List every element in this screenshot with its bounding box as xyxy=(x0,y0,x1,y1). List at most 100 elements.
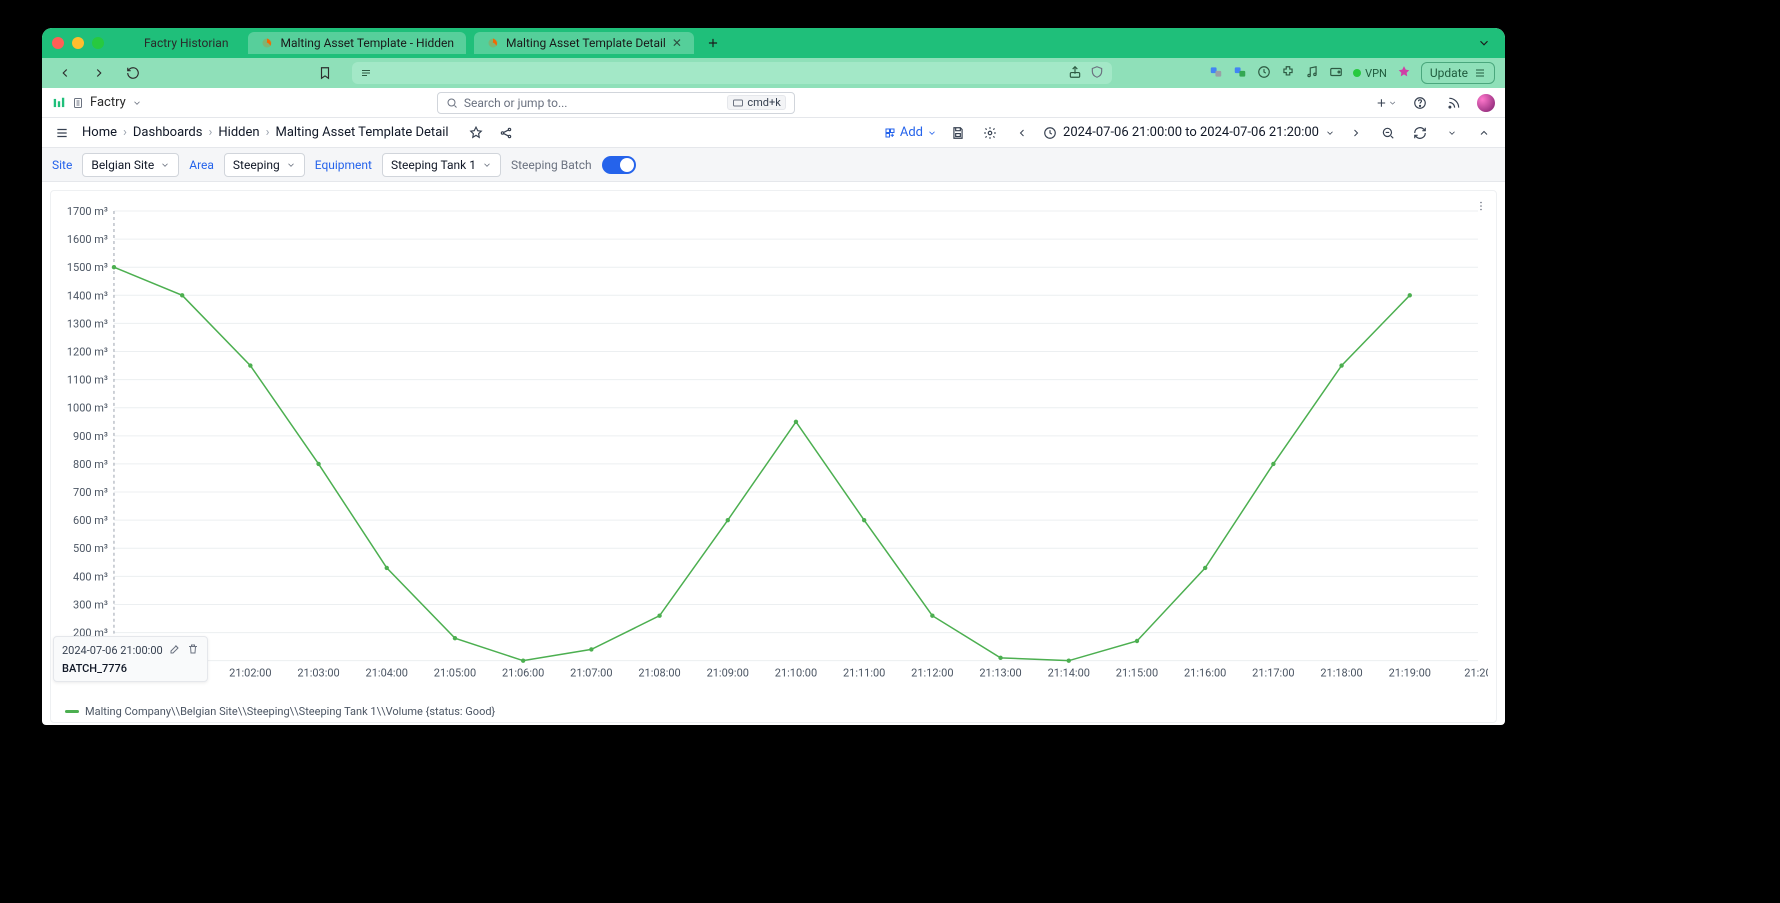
dashboard-settings-button[interactable] xyxy=(979,122,1001,144)
chart-legend[interactable]: Malting Company\\Belgian Site\\Steeping\… xyxy=(65,705,495,718)
var-area-select[interactable]: Steeping xyxy=(224,153,305,177)
user-avatar[interactable] xyxy=(1477,94,1495,112)
svg-text:700 m³: 700 m³ xyxy=(73,486,108,499)
app-header: Factry Search or jump to... cmd+k xyxy=(42,88,1505,118)
chevron-down-icon xyxy=(132,98,142,108)
brand[interactable]: Factry xyxy=(52,95,142,110)
crumb-hidden[interactable]: Hidden xyxy=(218,125,259,140)
time-range[interactable]: 2024-07-06 21:00:00 to 2024-07-06 21:20:… xyxy=(1043,125,1335,140)
chevron-down-icon xyxy=(1325,128,1335,138)
create-button[interactable] xyxy=(1375,92,1397,114)
annotation-tooltip: 2024-07-06 21:00:00 BATCH_7776 xyxy=(53,636,208,682)
brand-label: Factry xyxy=(90,95,126,110)
shields-icon[interactable] xyxy=(1090,64,1104,83)
window-minimize-button[interactable] xyxy=(72,37,84,49)
add-panel-icon xyxy=(884,127,896,139)
news-button[interactable] xyxy=(1443,92,1465,114)
share-icon[interactable] xyxy=(1068,64,1082,83)
var-batch-toggle[interactable] xyxy=(602,156,636,174)
grafana-icon xyxy=(260,36,274,50)
tab-label: Malting Asset Template Detail xyxy=(506,36,666,50)
tab-overflow-button[interactable] xyxy=(1473,32,1495,54)
extension-translate2-icon[interactable] xyxy=(1233,64,1247,83)
svg-text:21:02:00: 21:02:00 xyxy=(229,667,271,680)
rewards-icon[interactable] xyxy=(1397,64,1411,83)
browser-toolbar: VPN Update xyxy=(42,58,1505,88)
var-area-label[interactable]: Area xyxy=(189,158,214,172)
tooltip-name: BATCH_7776 xyxy=(62,662,199,675)
chevron-down-icon xyxy=(927,128,937,138)
tab-close-icon[interactable]: ✕ xyxy=(672,36,682,50)
add-label: Add xyxy=(900,125,923,140)
music-icon[interactable] xyxy=(1305,64,1319,83)
delete-annotation-icon[interactable] xyxy=(187,643,199,658)
tab-label: Factry Historian xyxy=(144,36,228,50)
extension-translate-icon[interactable] xyxy=(1209,64,1223,83)
edit-annotation-icon[interactable] xyxy=(169,643,181,658)
var-batch-label: Steeping Batch xyxy=(511,158,592,172)
clock-icon xyxy=(1043,126,1057,140)
extensions-icon[interactable] xyxy=(1281,64,1295,83)
bookmark-button[interactable] xyxy=(312,61,338,85)
browser-tabbar: Factry Historian Malting Asset Template … xyxy=(42,28,1505,58)
vpn-indicator[interactable]: VPN xyxy=(1353,67,1387,80)
browser-window: Factry Historian Malting Asset Template … xyxy=(42,28,1505,725)
var-equipment-label[interactable]: Equipment xyxy=(315,158,372,172)
svg-text:1300 m³: 1300 m³ xyxy=(67,317,108,330)
address-bar[interactable] xyxy=(352,62,1112,84)
chevron-down-icon xyxy=(286,160,296,170)
svg-text:21:13:00: 21:13:00 xyxy=(979,667,1021,680)
wallet-icon[interactable] xyxy=(1329,64,1343,83)
share-dashboard-button[interactable] xyxy=(495,122,517,144)
window-maximize-button[interactable] xyxy=(92,37,104,49)
refresh-interval-button[interactable] xyxy=(1441,122,1463,144)
browser-tab-0[interactable]: Factry Historian xyxy=(132,32,240,54)
time-prev-button[interactable] xyxy=(1011,122,1033,144)
help-button[interactable] xyxy=(1409,92,1431,114)
svg-text:21:04:00: 21:04:00 xyxy=(366,667,408,680)
svg-text:21:15:00: 21:15:00 xyxy=(1116,667,1158,680)
browser-tab-2[interactable]: Malting Asset Template Detail ✕ xyxy=(474,32,694,54)
chevron-down-icon xyxy=(160,160,170,170)
svg-text:500 m³: 500 m³ xyxy=(73,542,108,555)
zoom-out-button[interactable] xyxy=(1377,122,1399,144)
var-site-select[interactable]: Belgian Site xyxy=(82,153,179,177)
var-site-label[interactable]: Site xyxy=(52,158,72,172)
search-icon xyxy=(446,97,458,109)
save-dashboard-button[interactable] xyxy=(947,122,969,144)
extension-clock-icon[interactable] xyxy=(1257,64,1271,83)
site-settings-icon[interactable] xyxy=(360,64,372,83)
update-button[interactable]: Update xyxy=(1421,62,1495,84)
global-search[interactable]: Search or jump to... cmd+k xyxy=(437,92,795,114)
svg-text:900 m³: 900 m³ xyxy=(73,430,108,443)
nav-forward-button[interactable] xyxy=(86,61,112,85)
browser-tab-1[interactable]: Malting Asset Template - Hidden xyxy=(248,32,466,54)
svg-text:1000 m³: 1000 m³ xyxy=(67,402,108,415)
chart[interactable]: 200 m³300 m³400 m³500 m³600 m³700 m³800 … xyxy=(59,199,1488,699)
svg-text:21:07:00: 21:07:00 xyxy=(570,667,612,680)
nav-back-button[interactable] xyxy=(52,61,78,85)
var-site-value: Belgian Site xyxy=(91,158,154,172)
var-equipment-select[interactable]: Steeping Tank 1 xyxy=(382,153,501,177)
breadcrumb-bar: Home › Dashboards › Hidden › Malting Ass… xyxy=(42,118,1505,148)
svg-text:300 m³: 300 m³ xyxy=(73,598,108,611)
dock-menu-button[interactable] xyxy=(52,123,72,143)
svg-text:21:11:00: 21:11:00 xyxy=(843,667,885,680)
favorite-button[interactable] xyxy=(465,122,487,144)
crumb-dashboards[interactable]: Dashboards xyxy=(133,125,203,140)
nav-reload-button[interactable] xyxy=(120,61,146,85)
new-tab-button[interactable] xyxy=(702,32,724,54)
refresh-button[interactable] xyxy=(1409,122,1431,144)
chart-panel: 200 m³300 m³400 m³500 m³600 m³700 m³800 … xyxy=(50,190,1497,723)
svg-text:21:09:00: 21:09:00 xyxy=(707,667,749,680)
search-placeholder: Search or jump to... xyxy=(464,96,568,110)
svg-text:21:06:00: 21:06:00 xyxy=(502,667,544,680)
add-button[interactable]: Add xyxy=(884,125,937,140)
svg-text:21:18:00: 21:18:00 xyxy=(1320,667,1362,680)
collapse-button[interactable] xyxy=(1473,122,1495,144)
window-close-button[interactable] xyxy=(52,37,64,49)
chevron-down-icon xyxy=(482,160,492,170)
svg-text:21:03:00: 21:03:00 xyxy=(297,667,339,680)
time-next-button[interactable] xyxy=(1345,122,1367,144)
crumb-home[interactable]: Home xyxy=(82,125,117,140)
